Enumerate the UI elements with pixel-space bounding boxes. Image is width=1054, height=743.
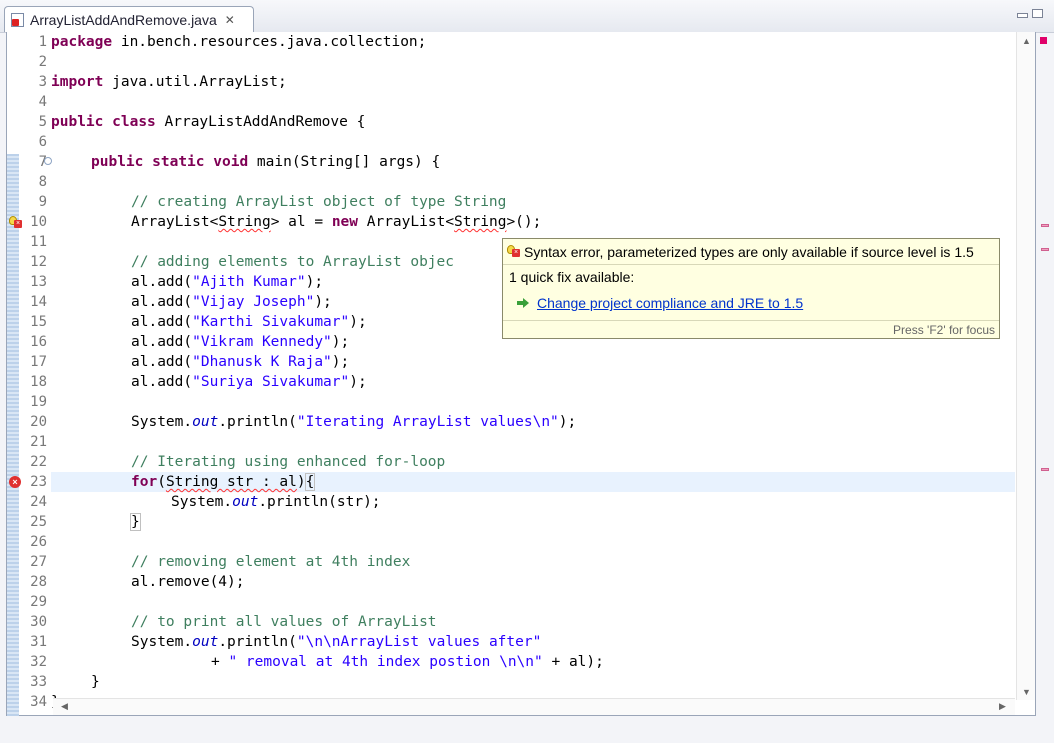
java-file-error-icon	[11, 12, 24, 27]
line-number: 5	[38, 114, 47, 130]
line-number: 20	[30, 414, 47, 430]
overview-error-mark[interactable]	[1041, 224, 1049, 227]
tooltip-footer: Press 'F2' for focus	[503, 320, 999, 338]
vertical-ruler	[7, 32, 21, 716]
code-line-22: // Iterating using enhanced for-loop	[131, 454, 446, 470]
tooltip-header: × Syntax error, parameterized types are …	[503, 239, 999, 265]
error-hover-tooltip: × Syntax error, parameterized types are …	[502, 238, 1000, 339]
maximize-icon[interactable]	[1032, 9, 1043, 18]
line-number: 26	[30, 534, 47, 550]
quickfix-item[interactable]: Change project compliance and JRE to 1.5	[517, 295, 803, 311]
line-number: 21	[30, 434, 47, 450]
line-number: 10	[30, 214, 47, 230]
line-number: 34	[30, 694, 47, 710]
green-arrow-icon	[517, 298, 529, 308]
line-number: 17	[30, 354, 47, 370]
minimize-icon[interactable]	[1017, 13, 1028, 18]
editor-tab[interactable]: ArrayListAddAndRemove.java ✕	[4, 6, 254, 32]
line-number: 1	[38, 34, 47, 50]
line-number: 19	[30, 394, 47, 410]
error-message: Syntax error, parameterized types are on…	[524, 243, 974, 260]
code-line-24: System.out.println(str);	[171, 494, 381, 510]
code-line-1: package in.bench.resources.java.collecti…	[51, 34, 427, 50]
close-icon[interactable]: ✕	[225, 13, 235, 27]
editor-tab-bar: ArrayListAddAndRemove.java ✕	[0, 0, 1054, 33]
line-number: 32	[30, 654, 47, 670]
quickfix-error-marker-icon[interactable]: ×	[9, 216, 22, 229]
line-number: 16	[30, 334, 47, 350]
code-line-5: public class ArrayListAddAndRemove {	[51, 114, 366, 130]
code-line-17: al.add("Dhanusk K Raja");	[131, 354, 350, 370]
code-line-9: // creating ArrayList object of type Str…	[131, 194, 507, 210]
scroll-right-icon[interactable]: ▶	[999, 701, 1006, 712]
line-number: 6	[38, 134, 47, 150]
line-number: 8	[38, 174, 47, 190]
code-line-30: // to print all values of ArrayList	[131, 614, 437, 630]
line-number: 3	[38, 74, 47, 90]
quickfix-count: 1 quick fix available:	[509, 269, 635, 285]
tab-title: ArrayListAddAndRemove.java	[30, 11, 217, 28]
code-line-23: for(String str : al){	[131, 473, 316, 491]
line-number: 12	[30, 254, 47, 270]
line-number: 14	[30, 294, 47, 310]
overview-error-mark[interactable]	[1041, 468, 1049, 471]
line-number: 23	[30, 474, 47, 490]
line-number: 24	[30, 494, 47, 510]
code-line-7: public static void main(String[] args) {	[91, 154, 441, 170]
line-number: 22	[30, 454, 47, 470]
code-line-28: al.remove(4);	[131, 574, 245, 590]
line-number: 29	[30, 594, 47, 610]
scope-indicator	[7, 154, 19, 716]
line-number: 11	[30, 234, 47, 250]
line-number: 7	[38, 154, 47, 170]
code-line-27: // removing element at 4th index	[131, 554, 411, 570]
horizontal-scrollbar[interactable]: ◀ ▶	[53, 698, 1015, 715]
code-line-32: + " removal at 4th index postion \n\n" +…	[211, 654, 604, 670]
code-line-18: al.add("Suriya Sivakumar");	[131, 374, 367, 390]
fold-collapse-icon[interactable]	[44, 157, 52, 165]
line-number: 33	[30, 674, 47, 690]
quickfix-error-icon: ×	[507, 245, 520, 258]
line-number: 9	[38, 194, 47, 210]
code-line-3: import java.util.ArrayList;	[51, 74, 287, 90]
error-summary-icon[interactable]	[1040, 37, 1047, 44]
overview-error-mark[interactable]	[1041, 248, 1049, 251]
line-number: 15	[30, 314, 47, 330]
error-marker-icon[interactable]: ×	[9, 476, 21, 488]
line-number: 13	[30, 274, 47, 290]
code-line-31: System.out.println("\n\nArrayList values…	[131, 634, 542, 650]
scroll-left-icon[interactable]: ◀	[61, 701, 68, 712]
line-number: 28	[30, 574, 47, 590]
code-line-25: }	[130, 513, 141, 531]
text-caret	[314, 474, 316, 490]
quickfix-link[interactable]: Change project compliance and JRE to 1.5	[537, 295, 803, 311]
overview-ruler[interactable]	[1037, 32, 1054, 716]
line-number: 27	[30, 554, 47, 570]
code-line-20: System.out.println("Iterating ArrayList …	[131, 414, 577, 430]
line-number: 30	[30, 614, 47, 630]
line-number: 2	[38, 54, 47, 70]
line-number: 18	[30, 374, 47, 390]
line-number: 4	[38, 94, 47, 110]
code-editor[interactable]: 1 2 3 4 5 6 7 8 9 10 11 12 13 14 15 16 17 18 19 20 21 22 23 24 2…	[6, 32, 1036, 716]
scroll-up-icon[interactable]: ▲	[1022, 36, 1031, 46]
code-line-10: ArrayList<String> al = new ArrayList<Str…	[131, 214, 542, 230]
vertical-scrollbar[interactable]: ▲ ▼	[1016, 32, 1035, 700]
bottom-bar	[0, 716, 1054, 743]
scroll-down-icon[interactable]: ▼	[1022, 687, 1031, 697]
line-number: 25	[30, 514, 47, 530]
code-line-33: }	[91, 674, 100, 690]
line-number: 31	[30, 634, 47, 650]
